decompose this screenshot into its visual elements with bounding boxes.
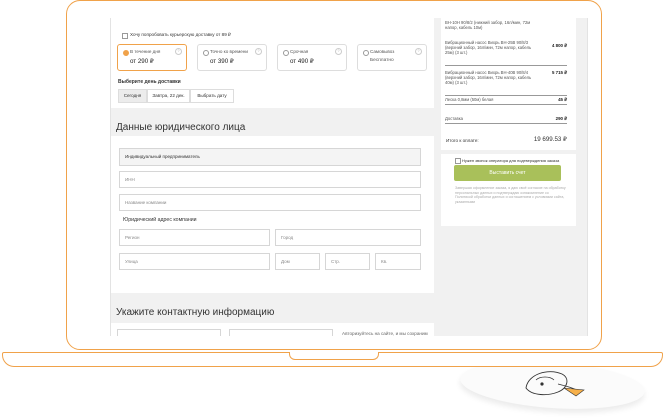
radio-icon — [283, 50, 289, 56]
apartment-placeholder: Кв. — [381, 259, 388, 264]
contact-auth-note: Авторизуйтесь на сайте, и мы сохраним — [342, 331, 428, 336]
legal-address-label: Юридический адрес компании — [123, 217, 197, 223]
option-price: Бесплатно — [370, 58, 394, 63]
delivery-day-label: Выберите день доставки — [118, 79, 181, 85]
inn-field[interactable]: ИНН — [119, 171, 421, 188]
street-field[interactable]: Улица — [119, 253, 270, 270]
laptop-base-notch — [289, 352, 379, 360]
company-name-placeholder: Название компании — [125, 200, 167, 205]
item-price: 4 800 ₽ — [551, 43, 567, 48]
building-field[interactable]: Стр. — [325, 253, 370, 270]
day-button-tomorrow[interactable]: Завтра, 22 дек. — [147, 89, 190, 103]
consent-text: Завершая оформление заказа, я даю своё с… — [455, 186, 566, 204]
contact-card: Авторизуйтесь на сайте, и мы сохраним — [111, 323, 434, 336]
courier-checkbox-label: Хочу попробовать курьерскую доставку от … — [130, 32, 231, 37]
option-name: Самовывоз — [370, 49, 395, 54]
operator-call-checkbox[interactable] — [455, 158, 461, 164]
item-name: ВН-10Н 90/8/2 (нижний забор, 16л/мин, 72… — [445, 20, 531, 31]
option-name: В течение дня — [130, 49, 161, 54]
building-placeholder: Стр. — [331, 259, 341, 264]
option-price: от 490 ₽ — [290, 58, 314, 65]
courier-checkbox[interactable] — [122, 33, 128, 39]
laptop-base — [2, 352, 663, 367]
region-placeholder: Регион — [125, 235, 140, 240]
order-summary-card: ВН-10Н 90/8/2 (нижний забор, 16л/мин, 72… — [441, 18, 576, 150]
option-name: Срочная — [290, 49, 309, 54]
question-icon[interactable]: ? — [335, 48, 342, 55]
total-value: 19 699.53 ₽ — [533, 136, 567, 143]
city-field[interactable]: Город — [275, 229, 421, 246]
delivery-option-pickup[interactable]: Самовывоз Бесплатно ? — [357, 44, 427, 71]
apartment-field[interactable]: Кв. — [375, 253, 421, 270]
order-item: Леска 0,8мм (50м) белая 45 ₽ — [445, 97, 567, 105]
delivery-option-on-time[interactable]: Точно ко времени от 390 ₽ ? — [197, 44, 267, 71]
order-item: ВН-10Н 90/8/2 (нижний забор, 16л/мин, 72… — [445, 20, 567, 38]
street-placeholder: Улица — [125, 259, 138, 264]
entity-type-select[interactable]: Индивидуальный предприниматель — [119, 148, 421, 166]
house-placeholder: Дом — [281, 259, 290, 264]
region-field[interactable]: Регион — [119, 229, 270, 246]
contact-field-2[interactable] — [229, 329, 333, 336]
day-button-today[interactable]: Сегодня — [118, 89, 147, 103]
legal-entity-title: Данные юридического лица — [116, 122, 246, 133]
mug-doodle-illustration — [525, 371, 585, 397]
item-name: Вибрационный насос Вихрь ВН-40В 90/8/4 (… — [445, 70, 532, 86]
day-button-pick-date[interactable]: Выбрать дату — [190, 89, 234, 103]
order-item: Вибрационный насос Вихрь ВН-40В 90/8/4 (… — [445, 70, 567, 96]
item-price: 45 ₽ — [558, 97, 567, 102]
inn-placeholder: ИНН — [125, 177, 135, 182]
delivery-option-same-day[interactable]: В течение дня от 290 ₽ ? — [117, 44, 187, 71]
entity-type-value: Индивидуальный предприниматель — [125, 154, 200, 159]
delivery-card: Хочу попробовать курьерскую доставку от … — [111, 18, 434, 108]
legal-entity-card: Индивидуальный предприниматель ИНН Назва… — [111, 136, 434, 293]
order-item: Доставка 290 ₽ — [445, 116, 567, 124]
order-item: Вибрационный насос Вихрь ВН-25В 90/8/3 (… — [445, 40, 567, 66]
option-name: Точно ко времени — [210, 49, 248, 54]
issue-invoice-button[interactable]: Выставить счет — [454, 165, 561, 181]
item-price: 5 715 ₽ — [551, 70, 567, 75]
option-price: от 290 ₽ — [130, 58, 154, 65]
radio-icon — [203, 50, 209, 56]
contact-info-title: Укажите контактную информацию — [116, 307, 275, 318]
item-price: 290 ₽ — [555, 116, 567, 121]
item-name: Доставка — [445, 116, 463, 121]
total-label: Итого к оплате: — [446, 138, 479, 143]
radio-icon — [363, 50, 369, 56]
company-name-field[interactable]: Название компании — [119, 194, 421, 211]
option-price: от 390 ₽ — [210, 58, 234, 65]
item-name: Леска 0,8мм (50м) белая — [445, 97, 494, 102]
delivery-option-urgent[interactable]: Срочная от 490 ₽ ? — [277, 44, 347, 71]
question-icon[interactable]: ? — [255, 48, 262, 55]
contact-field-1[interactable] — [117, 329, 221, 336]
radio-selected-icon — [123, 50, 129, 56]
question-icon[interactable]: ? — [415, 48, 422, 55]
house-field[interactable]: Дом — [275, 253, 320, 270]
item-name: Вибрационный насос Вихрь ВН-25В 90/8/3 (… — [445, 40, 532, 56]
city-placeholder: Город — [281, 235, 294, 240]
question-icon[interactable]: ? — [175, 48, 182, 55]
operator-call-label: Нужен звонок оператора для подтверждения… — [462, 158, 560, 163]
